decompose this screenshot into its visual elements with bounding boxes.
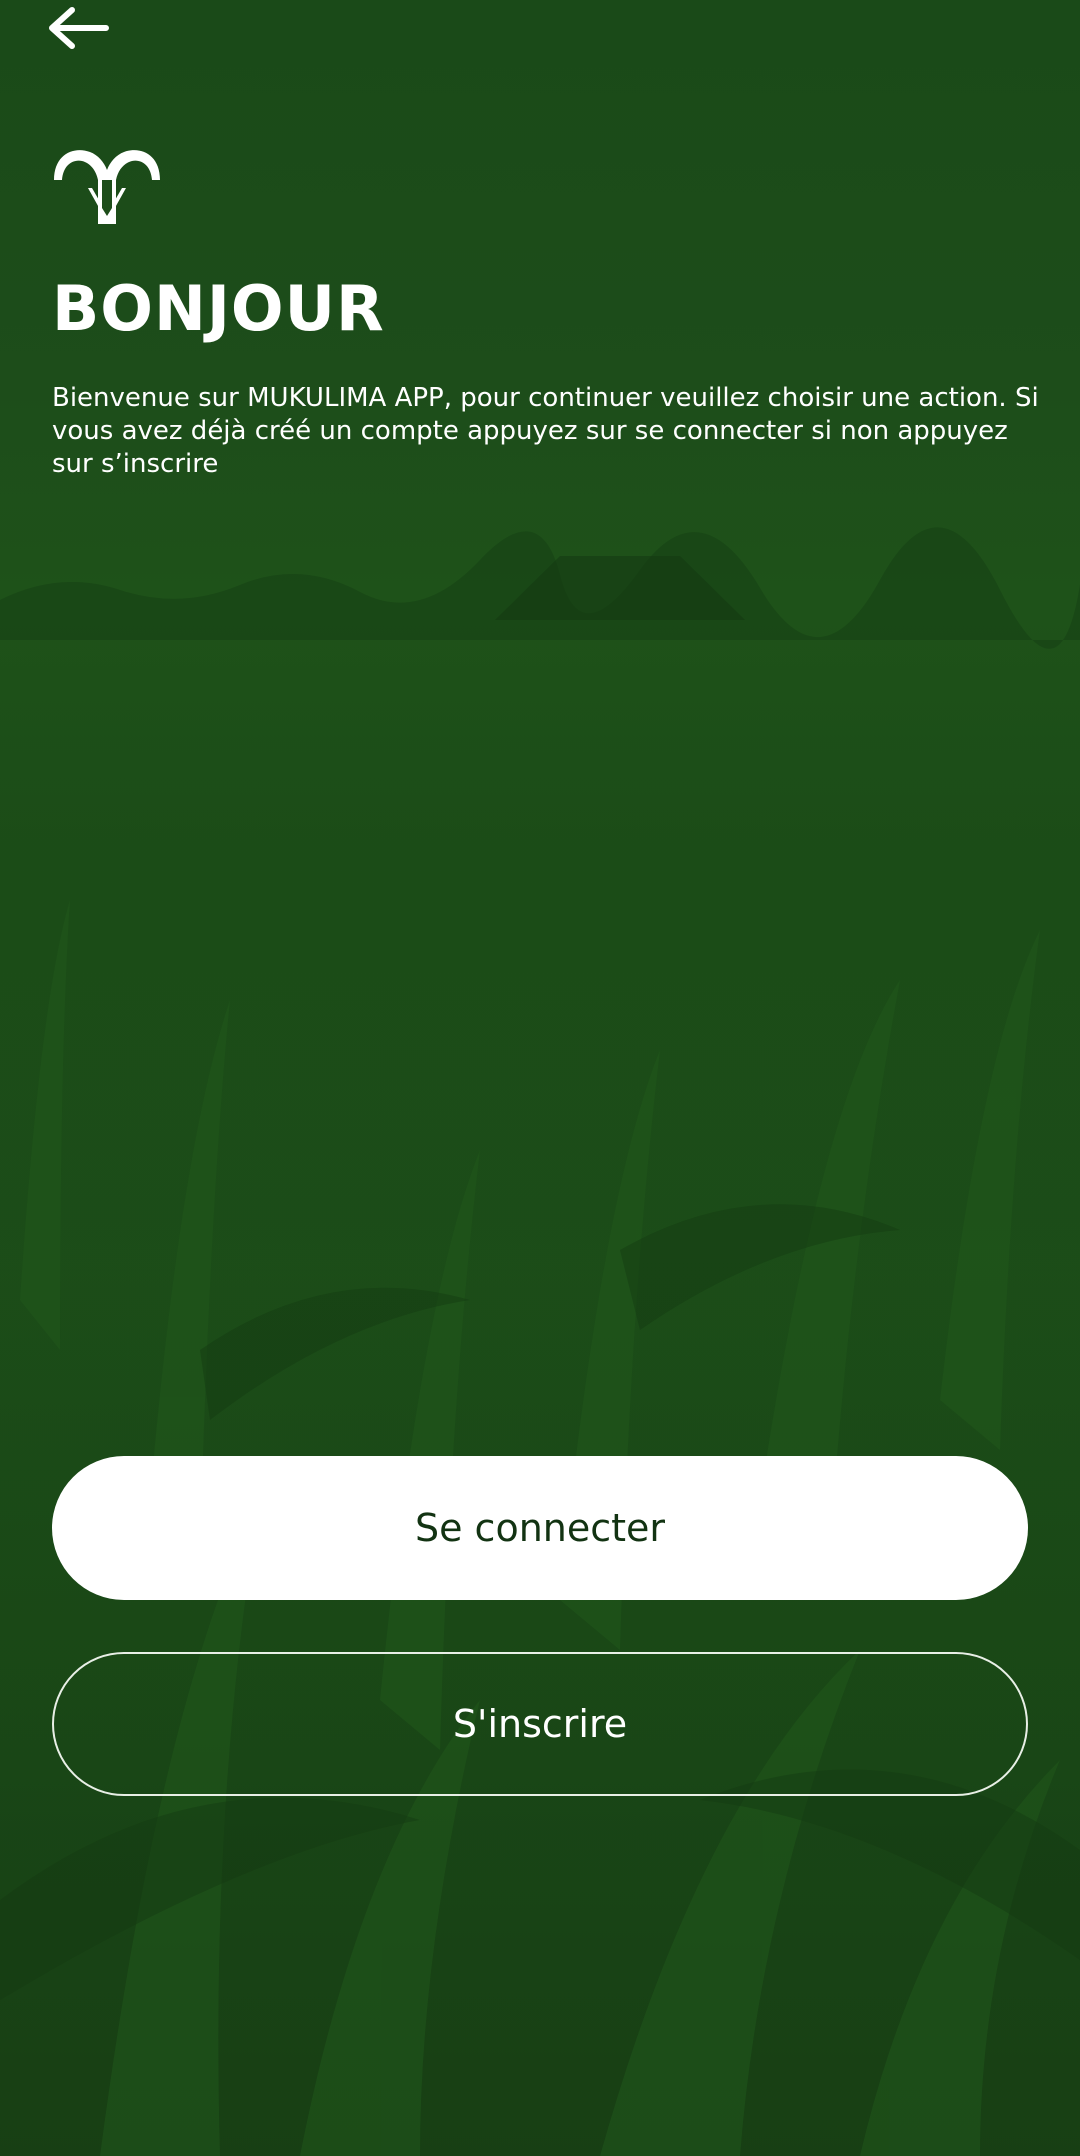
welcome-title: BONJOUR (52, 272, 385, 345)
register-button[interactable]: S'inscrire (52, 1652, 1028, 1796)
welcome-screen: BONJOUR Bienvenue sur MUKULIMA APP, pour… (0, 0, 1080, 2156)
mukulima-logo-icon (54, 150, 160, 224)
welcome-description: Bienvenue sur MUKULIMA APP, pour continu… (52, 383, 1039, 479)
login-button[interactable]: Se connecter (52, 1456, 1028, 1600)
back-arrow-icon[interactable] (48, 6, 110, 50)
